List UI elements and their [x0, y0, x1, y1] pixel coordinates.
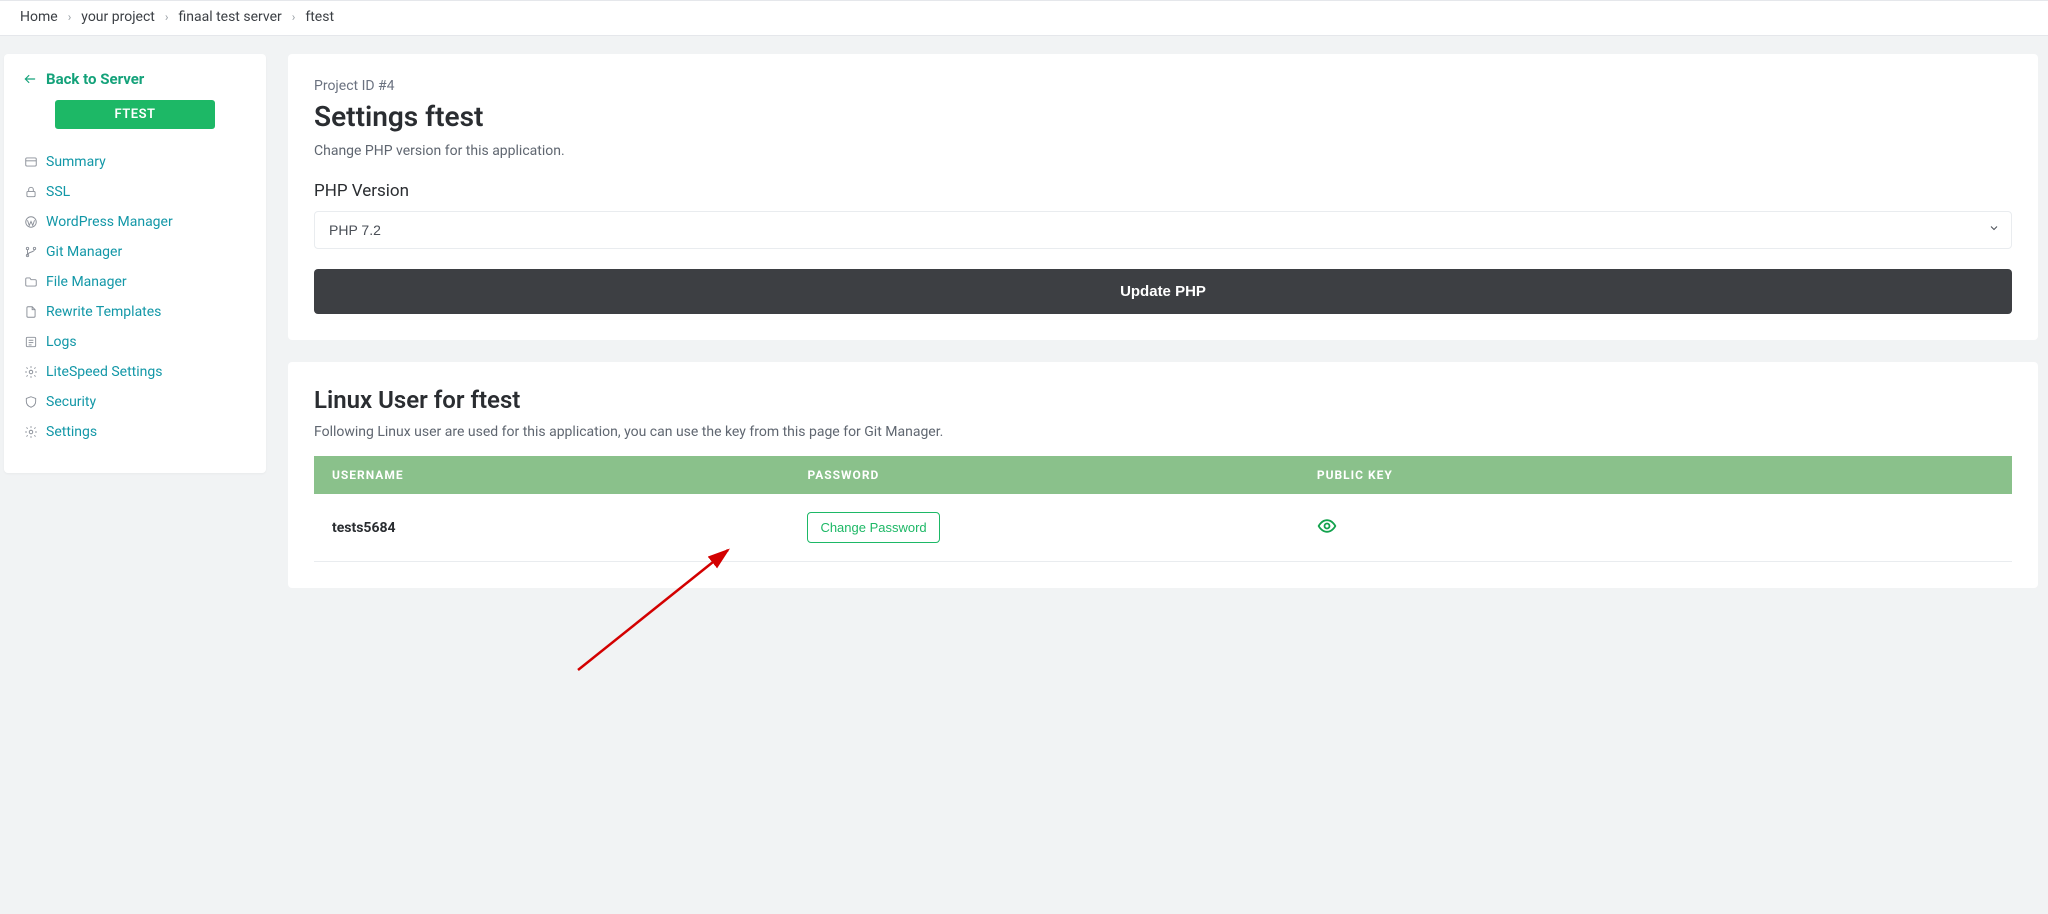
sidebar-item-settings[interactable]: Settings: [22, 417, 248, 447]
sidebar-item-ssl[interactable]: SSL: [22, 177, 248, 207]
folder-icon: [24, 275, 38, 289]
sidebar-item-security[interactable]: Security: [22, 387, 248, 417]
card-icon: [24, 155, 38, 169]
sidebar-item-label[interactable]: SSL: [46, 184, 70, 200]
update-php-button[interactable]: Update PHP: [314, 269, 2012, 314]
linux-user-table: USERNAME PASSWORD PUBLIC KEY tests5684 C…: [314, 456, 2012, 562]
gear-icon: [24, 425, 38, 439]
sidebar: Back to Server FTEST Summary SSL WordPre…: [4, 54, 266, 473]
sidebar-item-label[interactable]: Git Manager: [46, 244, 122, 260]
password-cell: Change Password: [789, 494, 1298, 562]
username-cell: tests5684: [314, 494, 789, 562]
sidebar-item-label[interactable]: WordPress Manager: [46, 214, 173, 230]
back-to-server-label: Back to Server: [46, 70, 144, 88]
sidebar-item-logs[interactable]: Logs: [22, 327, 248, 357]
th-password: PASSWORD: [789, 456, 1298, 494]
sidebar-item-label[interactable]: Rewrite Templates: [46, 304, 161, 320]
linux-user-card: Linux User for ftest Following Linux use…: [288, 362, 2038, 588]
sidebar-item-file-manager[interactable]: File Manager: [22, 267, 248, 297]
linux-user-subtitle: Following Linux user are used for this a…: [314, 424, 2012, 440]
breadcrumb-home[interactable]: Home: [20, 9, 58, 25]
sidebar-item-wordpress[interactable]: WordPress Manager: [22, 207, 248, 237]
project-id: Project ID #4: [314, 78, 2012, 94]
php-version-select[interactable]: PHP 7.2: [314, 211, 2012, 249]
page-title: Settings ftest: [314, 100, 2012, 133]
sidebar-item-label[interactable]: Settings: [46, 424, 97, 440]
main-content: Project ID #4 Settings ftest Change PHP …: [288, 54, 2038, 588]
breadcrumb: Home › your project › finaal test server…: [0, 0, 2048, 36]
arrow-left-icon: [22, 72, 38, 86]
linux-user-title: Linux User for ftest: [314, 386, 2012, 414]
php-version-label: PHP Version: [314, 181, 2012, 201]
sidebar-item-litespeed[interactable]: LiteSpeed Settings: [22, 357, 248, 387]
sidebar-item-label[interactable]: LiteSpeed Settings: [46, 364, 162, 380]
back-to-server-link[interactable]: Back to Server: [22, 70, 248, 88]
breadcrumb-project[interactable]: your project: [81, 9, 155, 25]
file-icon: [24, 305, 38, 319]
public-key-cell: [1299, 494, 2012, 562]
chevron-right-icon: ›: [292, 10, 296, 24]
chevron-right-icon: ›: [165, 10, 169, 24]
lock-icon: [24, 185, 38, 199]
sidebar-item-label[interactable]: File Manager: [46, 274, 127, 290]
table-row: tests5684 Change Password: [314, 494, 2012, 562]
chevron-right-icon: ›: [68, 10, 72, 24]
settings-card: Project ID #4 Settings ftest Change PHP …: [288, 54, 2038, 340]
eye-icon[interactable]: [1317, 524, 1337, 540]
sidebar-item-rewrite[interactable]: Rewrite Templates: [22, 297, 248, 327]
breadcrumb-server[interactable]: finaal test server: [178, 9, 281, 25]
app-badge[interactable]: FTEST: [55, 100, 215, 129]
sidebar-item-label[interactable]: Security: [46, 394, 96, 410]
sidebar-nav: Summary SSL WordPress Manager Git Manage…: [22, 147, 248, 447]
change-password-button[interactable]: Change Password: [807, 512, 939, 543]
th-public-key: PUBLIC KEY: [1299, 456, 2012, 494]
git-branch-icon: [24, 245, 38, 259]
breadcrumb-current: ftest: [305, 9, 334, 25]
sidebar-item-label[interactable]: Logs: [46, 334, 77, 350]
th-username: USERNAME: [314, 456, 789, 494]
sidebar-item-git[interactable]: Git Manager: [22, 237, 248, 267]
wordpress-icon: [24, 215, 38, 229]
sidebar-item-summary[interactable]: Summary: [22, 147, 248, 177]
list-icon: [24, 335, 38, 349]
sidebar-item-label[interactable]: Summary: [46, 154, 106, 170]
gear-icon: [24, 365, 38, 379]
page-subtitle: Change PHP version for this application.: [314, 143, 2012, 159]
shield-icon: [24, 395, 38, 409]
